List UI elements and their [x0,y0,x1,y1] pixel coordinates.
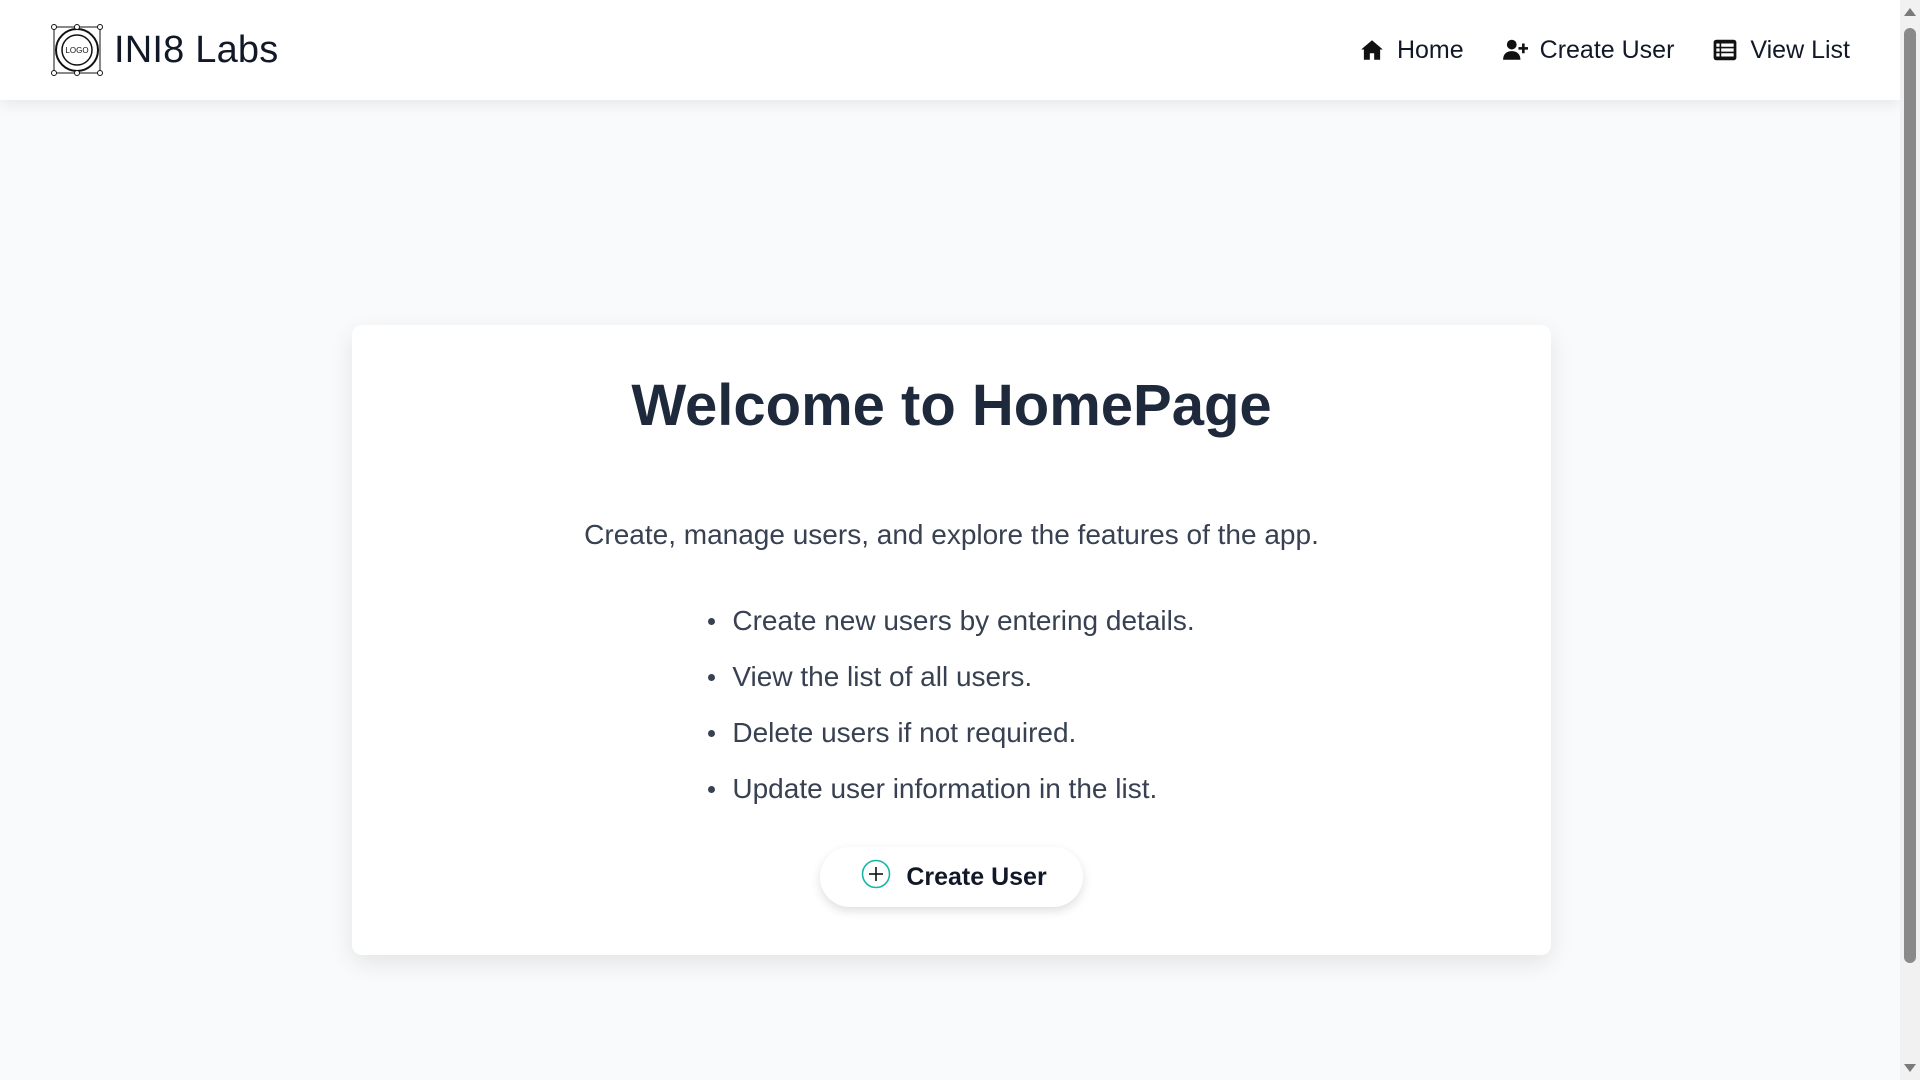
logo-icon: LOGO [51,24,103,76]
brand[interactable]: LOGO INI8 Labs [50,23,278,77]
nav-link-create-user[interactable]: Create User [1502,35,1675,65]
nav-link-label: View List [1750,35,1850,64]
navbar: LOGO INI8 Labs Home Create User View Lis… [0,0,1900,100]
create-user-button-label: Create User [906,862,1047,891]
brand-name: INI8 Labs [114,28,279,71]
scroll-up-arrow-icon[interactable] [1904,8,1916,16]
scrollbar[interactable] [1900,0,1920,1080]
nav-links: Home Create User View List [1359,36,1850,65]
home-icon [1361,40,1383,60]
scroll-thumb[interactable] [1904,28,1916,963]
feature-item: Update user information in the list. [708,761,1194,817]
page-description: Create, manage users, and explore the fe… [584,519,1319,550]
feature-item: View the list of all users. [708,649,1194,705]
feature-item: Delete users if not required. [708,705,1194,761]
nav-link-label: Create User [1539,35,1675,64]
plus-circle-icon [862,859,891,889]
feature-item: Create new users by entering details. [708,593,1195,649]
logo-text: LOGO [65,46,88,55]
nav-link-home[interactable]: Home [1359,36,1464,65]
list-icon [1714,39,1737,61]
user-plus-icon [1502,39,1528,60]
nav-link-label: Home [1396,35,1464,64]
welcome-card: Welcome to HomePage Create, manage users… [352,325,1551,955]
create-user-button[interactable]: Create User [820,847,1083,907]
scroll-down-arrow-icon[interactable] [1904,1064,1916,1072]
page-title: Welcome to HomePage [631,373,1272,438]
nav-link-view-list[interactable]: View List [1712,36,1850,65]
feature-list: Create new users by entering details. Vi… [708,593,1195,817]
